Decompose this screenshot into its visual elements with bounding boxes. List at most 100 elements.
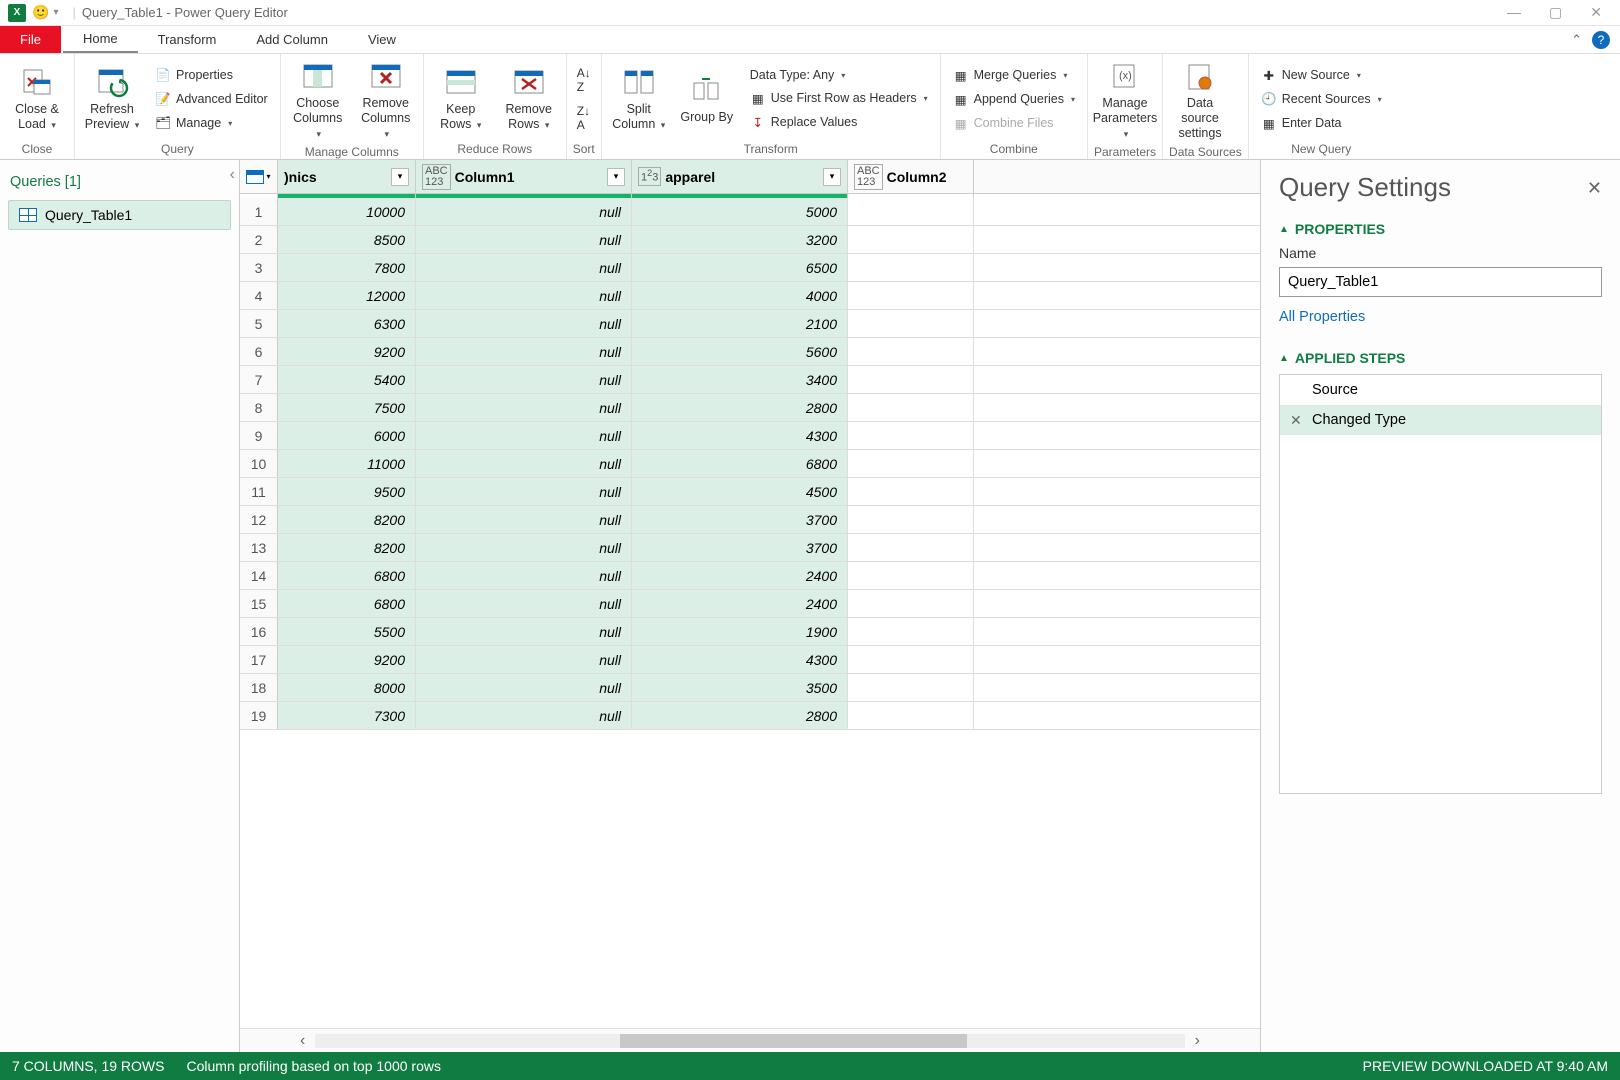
cell[interactable]: 8200 <box>278 534 416 561</box>
cell[interactable]: 6000 <box>278 422 416 449</box>
table-row[interactable]: 69200null5600 <box>240 338 1260 366</box>
keep-rows-button[interactable]: Keep Rows ▾ <box>430 64 492 134</box>
cell[interactable]: 9200 <box>278 338 416 365</box>
sort-desc-button[interactable]: Z↓A <box>573 102 595 134</box>
cell[interactable]: null <box>416 534 632 561</box>
cell[interactable]: 9500 <box>278 478 416 505</box>
filter-dropdown-icon[interactable]: ▾ <box>607 168 625 186</box>
cell[interactable]: null <box>416 282 632 309</box>
query-item[interactable]: Query_Table1 <box>8 200 231 230</box>
cell[interactable]: 5600 <box>632 338 848 365</box>
cell[interactable]: 2800 <box>632 394 848 421</box>
cell[interactable]: null <box>416 618 632 645</box>
cell[interactable]: 3500 <box>632 674 848 701</box>
cell[interactable]: null <box>416 562 632 589</box>
cell[interactable] <box>848 478 974 505</box>
cell[interactable]: null <box>416 366 632 393</box>
cell[interactable] <box>848 506 974 533</box>
split-column-button[interactable]: Split Column ▾ <box>608 64 670 134</box>
cell[interactable]: null <box>416 450 632 477</box>
cell[interactable]: 5000 <box>632 198 848 225</box>
query-name-input[interactable] <box>1279 267 1602 297</box>
tab-add-column[interactable]: Add Column <box>236 26 348 53</box>
cell[interactable]: null <box>416 338 632 365</box>
data-source-settings-button[interactable]: Data source settings <box>1169 58 1231 143</box>
tab-file[interactable]: File <box>0 26 61 53</box>
maximize-icon[interactable]: ▢ <box>1549 4 1562 21</box>
column-header-nics[interactable]: )nics ▾ <box>278 160 416 193</box>
scroll-left-icon[interactable]: ‹ <box>300 1032 305 1050</box>
table-row[interactable]: 28500null3200 <box>240 226 1260 254</box>
step-changed-type[interactable]: ✕Changed Type <box>1280 405 1601 435</box>
cell[interactable]: 4300 <box>632 422 848 449</box>
table-row[interactable]: 179200null4300 <box>240 646 1260 674</box>
cell[interactable] <box>848 702 974 729</box>
cell[interactable]: 5500 <box>278 618 416 645</box>
remove-rows-button[interactable]: Remove Rows ▾ <box>498 64 560 134</box>
table-row[interactable]: 87500null2800 <box>240 394 1260 422</box>
table-row[interactable]: 197300null2800 <box>240 702 1260 730</box>
cell[interactable]: null <box>416 702 632 729</box>
cell[interactable]: 9200 <box>278 646 416 673</box>
cell[interactable]: 2800 <box>632 702 848 729</box>
cell[interactable]: 8500 <box>278 226 416 253</box>
tab-view[interactable]: View <box>348 26 416 53</box>
cell[interactable]: 4300 <box>632 646 848 673</box>
table-row[interactable]: 75400null3400 <box>240 366 1260 394</box>
cell[interactable]: 6500 <box>632 254 848 281</box>
grid-body[interactable]: 110000null500028500null320037800null6500… <box>240 198 1260 1028</box>
tab-home[interactable]: Home <box>63 26 138 53</box>
cell[interactable]: 3400 <box>632 366 848 393</box>
cell[interactable]: 6800 <box>632 450 848 477</box>
cell[interactable]: null <box>416 506 632 533</box>
cell[interactable] <box>848 674 974 701</box>
cell[interactable] <box>848 282 974 309</box>
table-row[interactable]: 110000null5000 <box>240 198 1260 226</box>
cell[interactable] <box>848 198 974 225</box>
help-icon[interactable]: ? <box>1592 31 1610 49</box>
close-settings-icon[interactable]: ✕ <box>1587 178 1602 199</box>
cell[interactable]: 4000 <box>632 282 848 309</box>
cell[interactable]: null <box>416 590 632 617</box>
sort-asc-button[interactable]: A↓Z <box>573 64 595 96</box>
close-icon[interactable]: ✕ <box>1590 4 1602 21</box>
step-source[interactable]: Source <box>1280 375 1601 405</box>
collapse-queries-icon[interactable]: ‹ <box>230 166 235 184</box>
table-row[interactable]: 156800null2400 <box>240 590 1260 618</box>
cell[interactable] <box>848 450 974 477</box>
table-row[interactable]: 188000null3500 <box>240 674 1260 702</box>
cell[interactable]: 7800 <box>278 254 416 281</box>
horizontal-scrollbar[interactable]: ‹ › <box>240 1028 1260 1052</box>
cell[interactable] <box>848 394 974 421</box>
cell[interactable] <box>848 534 974 561</box>
smiley-icon[interactable]: 🙂 <box>32 4 49 21</box>
cell[interactable]: 4500 <box>632 478 848 505</box>
delete-step-icon[interactable]: ✕ <box>1290 412 1302 429</box>
cell[interactable]: 1900 <box>632 618 848 645</box>
advanced-editor-button[interactable]: 📝Advanced Editor <box>149 89 274 109</box>
cell[interactable]: null <box>416 422 632 449</box>
recent-sources-button[interactable]: 🕘Recent Sources▾ <box>1255 89 1388 109</box>
tab-transform[interactable]: Transform <box>138 26 237 53</box>
cell[interactable]: null <box>416 254 632 281</box>
minimize-icon[interactable]: — <box>1507 4 1521 21</box>
cell[interactable] <box>848 338 974 365</box>
cell[interactable] <box>848 562 974 589</box>
choose-columns-button[interactable]: Choose Columns ▾ <box>287 58 349 143</box>
remove-columns-button[interactable]: Remove Columns ▾ <box>355 58 417 143</box>
cell[interactable]: 6800 <box>278 590 416 617</box>
cell[interactable]: 2400 <box>632 562 848 589</box>
cell[interactable]: null <box>416 226 632 253</box>
properties-button[interactable]: 📄Properties <box>149 65 274 85</box>
cell[interactable]: 10000 <box>278 198 416 225</box>
table-row[interactable]: 165500null1900 <box>240 618 1260 646</box>
cell[interactable]: 7300 <box>278 702 416 729</box>
merge-queries-button[interactable]: ▦Merge Queries▾ <box>947 65 1081 85</box>
cell[interactable] <box>848 618 974 645</box>
table-row[interactable]: 138200null3700 <box>240 534 1260 562</box>
cell[interactable] <box>848 422 974 449</box>
properties-section-header[interactable]: ▲PROPERTIES <box>1279 221 1602 237</box>
cell[interactable]: null <box>416 310 632 337</box>
cell[interactable]: 2400 <box>632 590 848 617</box>
cell[interactable]: 6300 <box>278 310 416 337</box>
